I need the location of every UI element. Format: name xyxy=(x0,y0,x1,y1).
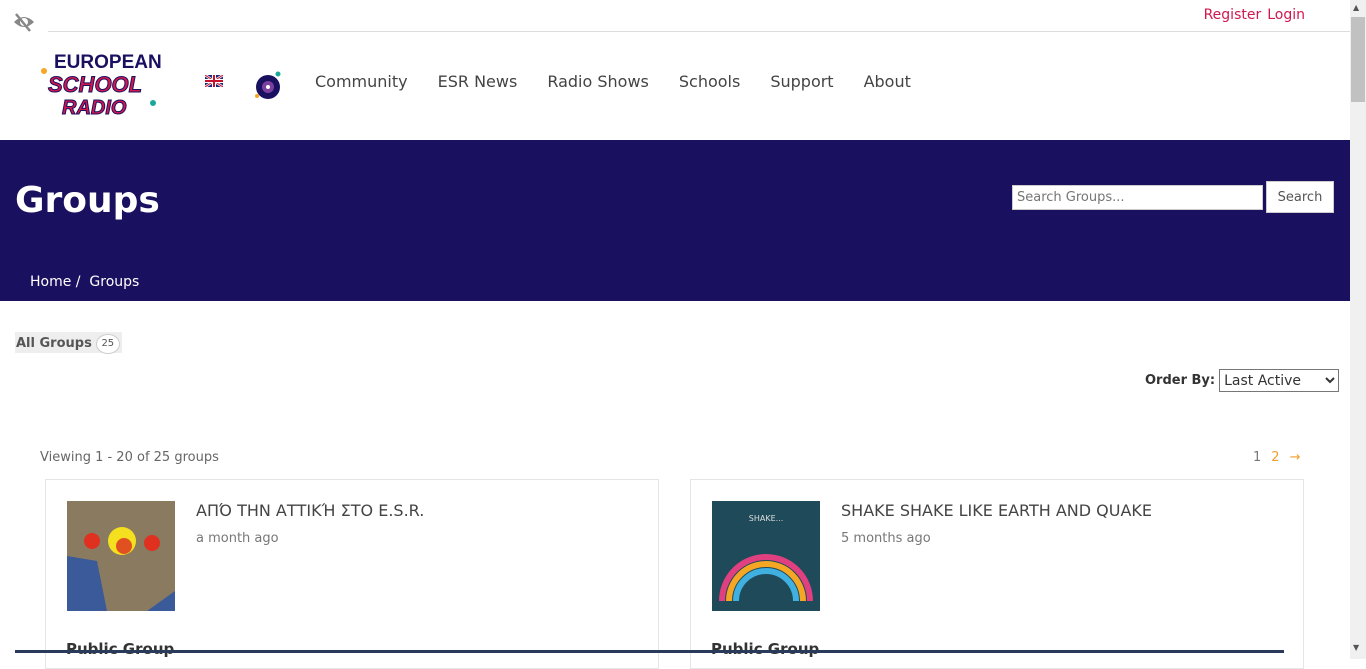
group-last-active: 5 months ago xyxy=(841,531,931,546)
order-by: Order By: Last Active xyxy=(1145,369,1340,392)
nav-community[interactable]: Community xyxy=(315,72,408,91)
scroll-up-icon[interactable]: ▲ xyxy=(1353,3,1359,12)
group-avatar[interactable]: SHAKE... xyxy=(712,501,820,611)
breadcrumb-current: Groups xyxy=(89,274,140,290)
group-card: ΑΠΌ ΤΗΝ ΑΤΤΙΚΉ ΣΤΟ E.S.R. a month ago Pu… xyxy=(45,479,659,669)
nav-about[interactable]: About xyxy=(864,72,911,91)
breadcrumb-home[interactable]: Home xyxy=(30,274,71,290)
group-last-active: a month ago xyxy=(196,531,279,546)
all-groups-label: All Groups xyxy=(16,336,92,351)
auth-links: Register Login xyxy=(1198,7,1305,23)
svg-text:RADIO: RADIO xyxy=(62,97,127,119)
main-nav: Community ESR News Radio Shows Schools S… xyxy=(315,72,911,91)
all-groups-tab[interactable]: All Groups 25 xyxy=(15,332,122,354)
group-title[interactable]: SHAKE SHAKE LIKE EARTH AND QUAKE xyxy=(841,501,1152,520)
group-avatar[interactable] xyxy=(67,501,175,611)
site-logo[interactable]: EUROPEAN SCHOOL RADIO xyxy=(40,46,166,120)
order-by-label: Order By: xyxy=(1145,373,1216,388)
page-hero: Groups Search Home / Groups xyxy=(0,140,1350,301)
svg-text:SCHOOL: SCHOOL xyxy=(48,72,142,97)
next-page[interactable]: → xyxy=(1290,450,1301,465)
group-type: Public Group xyxy=(66,640,175,658)
pagination: 1 2 → xyxy=(1253,450,1300,465)
nav-support[interactable]: Support xyxy=(770,72,833,91)
scrollbar-thumb[interactable] xyxy=(1351,17,1365,102)
radio-vinyl-icon[interactable] xyxy=(254,70,284,100)
page-1: 1 xyxy=(1253,450,1262,465)
register-link[interactable]: Register xyxy=(1204,7,1262,23)
breadcrumb: Home / Groups xyxy=(30,274,140,290)
search-groups-input[interactable] xyxy=(1012,185,1263,210)
order-by-select[interactable]: Last Active xyxy=(1219,369,1340,392)
nav-esr-news[interactable]: ESR News xyxy=(438,72,518,91)
group-title[interactable]: ΑΠΌ ΤΗΝ ΑΤΤΙΚΉ ΣΤΟ E.S.R. xyxy=(196,501,424,520)
group-type: Public Group xyxy=(711,640,820,658)
group-count-badge: 25 xyxy=(95,333,120,354)
top-bar xyxy=(48,0,1350,32)
svg-text:EUROPEAN: EUROPEAN xyxy=(54,52,162,73)
nav-schools[interactable]: Schools xyxy=(679,72,740,91)
login-link[interactable]: Login xyxy=(1267,7,1305,23)
viewing-count: Viewing 1 - 20 of 25 groups xyxy=(40,450,219,465)
group-card: SHAKE... SHAKE SHAKE LIKE EARTH AND QUAK… xyxy=(690,479,1304,669)
visibility-off-icon[interactable] xyxy=(12,12,36,32)
scroll-down-icon[interactable]: ▼ xyxy=(1353,643,1359,652)
page-2[interactable]: 2 xyxy=(1271,450,1279,465)
page-title: Groups xyxy=(15,180,160,221)
bottom-player-bar xyxy=(15,650,1284,653)
search-button[interactable]: Search xyxy=(1266,181,1334,213)
uk-flag-icon[interactable] xyxy=(205,75,223,87)
nav-radio-shows[interactable]: Radio Shows xyxy=(547,72,649,91)
svg-text:SHAKE...: SHAKE... xyxy=(749,514,784,523)
